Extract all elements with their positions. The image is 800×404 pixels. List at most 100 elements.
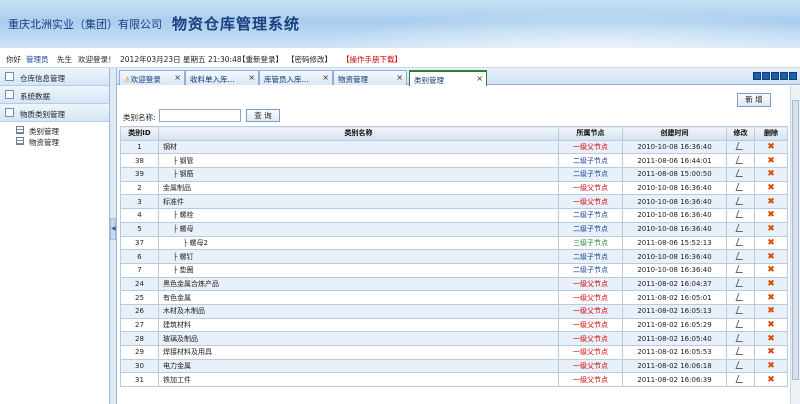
- edit-icon[interactable]: [735, 306, 746, 315]
- tab-scroll-left-icon[interactable]: [753, 72, 761, 80]
- close-icon[interactable]: ×: [174, 73, 181, 82]
- delete-icon[interactable]: ✖: [767, 375, 775, 385]
- tab-refresh-icon[interactable]: [771, 72, 779, 80]
- table-row[interactable]: 7 ├ 垫圈 二级子节点 2010-10-08 16:36:40 ✖: [120, 262, 788, 278]
- tab-material-manage[interactable]: 物资管理 ×: [333, 70, 407, 85]
- close-icon[interactable]: ×: [476, 74, 483, 83]
- column-header[interactable]: 所属节点: [558, 126, 623, 141]
- tab-category-manage[interactable]: 类别管理 ×: [409, 70, 487, 86]
- table-row[interactable]: 2 金属制品 一级父节点 2010-10-08 16:36:40 ✖: [120, 180, 788, 196]
- delete-icon[interactable]: ✖: [767, 279, 775, 289]
- edit-icon[interactable]: [735, 278, 746, 287]
- delete-icon[interactable]: ✖: [767, 252, 775, 262]
- delete-icon[interactable]: ✖: [767, 320, 775, 330]
- delete-icon[interactable]: ✖: [767, 224, 775, 234]
- edit-icon[interactable]: [735, 265, 746, 274]
- column-header[interactable]: 类别名称: [158, 126, 559, 141]
- edit-icon[interactable]: [735, 347, 746, 356]
- node-level: 一级父节点: [558, 290, 623, 305]
- table-row[interactable]: 28 玻璃及制品 一级父节点 2011-08-02 16:05:40 ✖: [120, 331, 788, 346]
- tab-close-all-icon[interactable]: [780, 72, 788, 80]
- table-row[interactable]: 27 建筑材料 一级父节点 2011-08-02 16:05:29 ✖: [120, 317, 788, 333]
- created-time: 2010-10-08 16:36:40: [622, 249, 727, 264]
- node-level: 一级父节点: [558, 372, 623, 388]
- delete-cell: ✖: [754, 180, 788, 196]
- edit-icon[interactable]: [735, 237, 746, 246]
- tab-menu-icon[interactable]: [762, 72, 770, 80]
- table-row[interactable]: 38 ├ 钢管 二级子节点 2011-08-06 16:44:01 ✖: [120, 153, 788, 169]
- sidebar-item-material-manage[interactable]: 物资管理: [0, 135, 109, 147]
- manual-download-link[interactable]: 【操作手册下载】: [342, 54, 402, 65]
- table-row[interactable]: 25 有色金属 一级父节点 2011-08-02 16:05:01 ✖: [120, 290, 788, 305]
- delete-icon[interactable]: ✖: [767, 361, 775, 371]
- tab-scroll-right-icon[interactable]: [789, 72, 797, 80]
- tab-label: 库管员入库...: [264, 75, 309, 84]
- edit-icon[interactable]: [735, 210, 746, 219]
- sidebar-item-category-manage[interactable]: 类别管理: [0, 124, 109, 136]
- close-icon[interactable]: ×: [248, 73, 255, 82]
- table-row[interactable]: 31 铁加工件 一级父节点 2011-08-02 16:06:39 ✖: [120, 372, 788, 388]
- edit-icon[interactable]: [735, 292, 746, 301]
- delete-cell: ✖: [754, 345, 788, 360]
- node-level: 二级子节点: [558, 221, 623, 237]
- edit-icon[interactable]: [735, 155, 746, 164]
- delete-icon[interactable]: ✖: [767, 334, 775, 344]
- edit-icon[interactable]: [735, 319, 746, 328]
- delete-icon[interactable]: ✖: [767, 293, 775, 303]
- table-row[interactable]: 39 ├ 钢筋 二级子节点 2011-08-08 15:00:50 ✖: [120, 167, 788, 182]
- delete-icon[interactable]: ✖: [767, 210, 775, 220]
- delete-cell: ✖: [754, 167, 788, 182]
- column-header[interactable]: 创建时间: [622, 126, 727, 141]
- table-row[interactable]: 30 电力金属 一级父节点 2011-08-02 16:06:18 ✖: [120, 358, 788, 374]
- edit-icon[interactable]: [735, 224, 746, 233]
- edit-cell: [726, 249, 755, 264]
- delete-icon[interactable]: ✖: [767, 306, 775, 316]
- search-label: 类别名称:: [123, 113, 156, 122]
- delete-cell: ✖: [754, 317, 788, 333]
- edit-icon[interactable]: [735, 374, 746, 383]
- search-input[interactable]: [159, 109, 241, 122]
- sidebar-section-system-data[interactable]: 系统数据: [0, 86, 109, 104]
- tab-keeper-inbound[interactable]: 库管员入库... ×: [259, 70, 333, 85]
- search-button[interactable]: 查 询: [246, 109, 280, 122]
- edit-icon[interactable]: [735, 333, 746, 342]
- table-row[interactable]: 3 标准件 一级父节点 2010-10-08 16:36:40 ✖: [120, 194, 788, 210]
- close-icon[interactable]: ×: [322, 73, 329, 82]
- greeting-text: 你好: [6, 55, 21, 64]
- close-icon[interactable]: ×: [396, 73, 403, 82]
- sidebar-section-category[interactable]: 物质类别管理: [0, 104, 109, 122]
- change-password-link[interactable]: 【密码修改】: [287, 54, 332, 65]
- delete-icon[interactable]: ✖: [767, 169, 775, 179]
- scrollbar-thumb[interactable]: [792, 100, 799, 380]
- table-row[interactable]: 5 ├ 螺母 二级子节点 2010-10-08 16:36:40 ✖: [120, 221, 788, 237]
- tab-receipt-inbound[interactable]: 收料单入库... ×: [185, 70, 259, 85]
- delete-icon[interactable]: ✖: [767, 142, 775, 152]
- sidebar-section-warehouse[interactable]: 仓库信息管理: [0, 68, 109, 86]
- table-row[interactable]: 24 黑色金属合炼产品 一级父节点 2011-08-02 16:04:37 ✖: [120, 276, 788, 292]
- vertical-scrollbar[interactable]: [790, 86, 800, 404]
- edit-icon[interactable]: [735, 142, 746, 151]
- delete-icon[interactable]: ✖: [767, 238, 775, 248]
- table-header-row: 类别ID 类别名称 所属节点 创建时间 修改 删除: [120, 126, 788, 141]
- delete-icon[interactable]: ✖: [767, 197, 775, 207]
- tab-label: 类别管理: [414, 76, 444, 85]
- relogin-link[interactable]: 【重新登录】: [238, 54, 283, 65]
- table-row[interactable]: 37 ├ 螺母2 三级子节点 2011-08-06 15:52:13 ✖: [120, 235, 788, 251]
- delete-icon[interactable]: ✖: [767, 156, 775, 166]
- edit-icon[interactable]: [735, 196, 746, 205]
- delete-icon[interactable]: ✖: [767, 265, 775, 275]
- table-row[interactable]: 6 ├ 螺钉 二级子节点 2010-10-08 16:36:40 ✖: [120, 249, 788, 264]
- edit-icon[interactable]: [735, 169, 746, 178]
- tab-welcome[interactable]: ⚠欢迎登录 ×: [119, 70, 185, 85]
- add-button[interactable]: 新 增: [737, 93, 771, 107]
- edit-icon[interactable]: [735, 183, 746, 192]
- delete-icon[interactable]: ✖: [767, 347, 775, 357]
- table-row[interactable]: 4 ├ 螺栓 二级子节点 2010-10-08 16:36:40 ✖: [120, 208, 788, 223]
- table-row[interactable]: 1 钢材 一级父节点 2010-10-08 16:36:40 ✖: [120, 139, 788, 155]
- edit-icon[interactable]: [735, 251, 746, 260]
- delete-icon[interactable]: ✖: [767, 183, 775, 193]
- column-header[interactable]: 类别ID: [120, 126, 159, 141]
- table-row[interactable]: 29 焊接材料及用具 一级父节点 2011-08-02 16:05:53 ✖: [120, 345, 788, 360]
- table-row[interactable]: 26 木材及木制品 一级父节点 2011-08-02 16:05:13 ✖: [120, 303, 788, 319]
- edit-icon[interactable]: [735, 361, 746, 370]
